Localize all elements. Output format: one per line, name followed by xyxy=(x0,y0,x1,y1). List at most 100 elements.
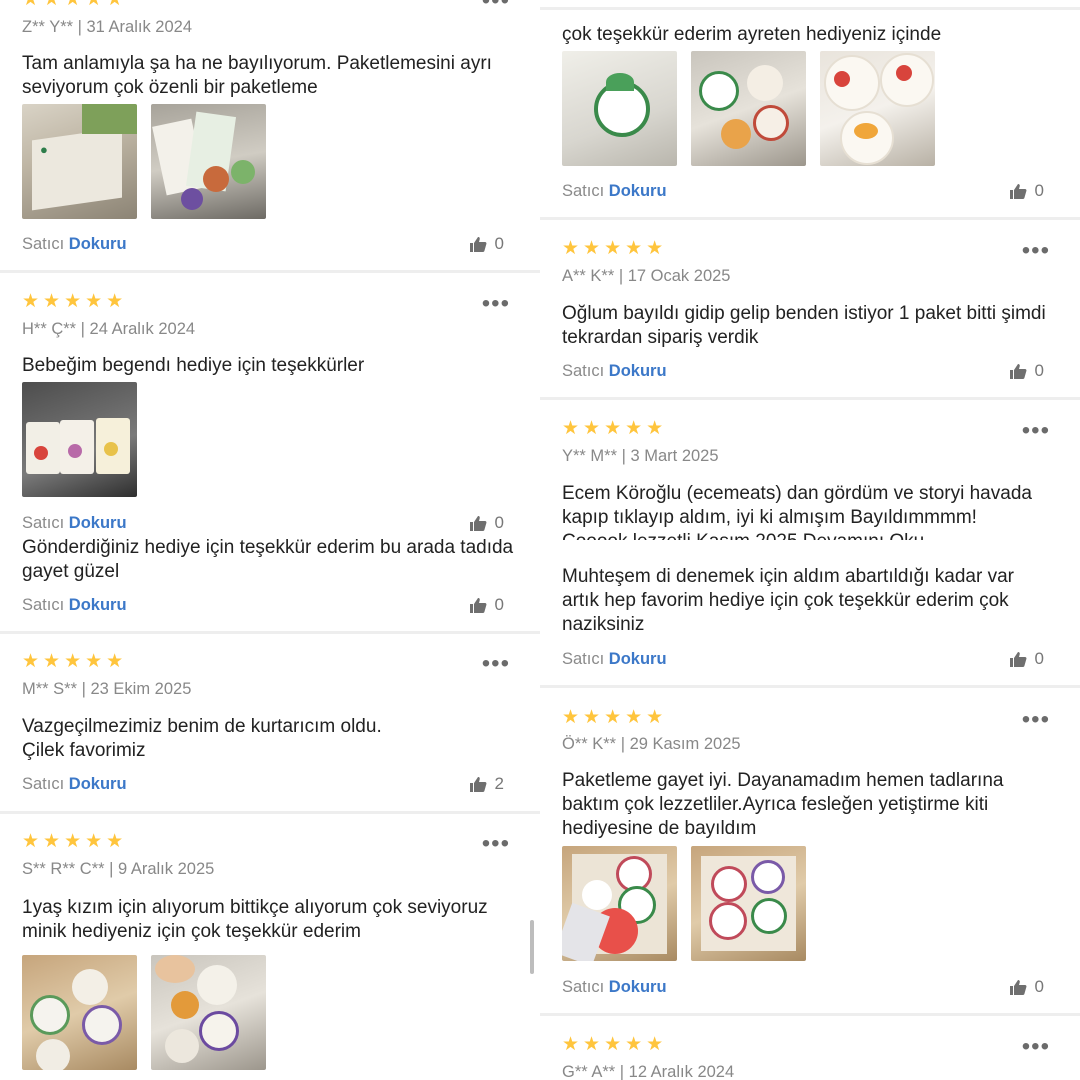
review-author-date: G** A** | 12 Aralık 2024 xyxy=(562,1063,735,1080)
more-options-button[interactable]: ••• xyxy=(1022,419,1050,443)
like-button[interactable]: 0 xyxy=(469,513,504,533)
like-button[interactable]: 0 xyxy=(1009,361,1044,381)
like-button[interactable]: 0 xyxy=(1009,977,1044,997)
like-count: 0 xyxy=(494,595,504,614)
review-text: Bebeğim begendı hediye için teşekkürler xyxy=(22,355,365,376)
like-count: 0 xyxy=(494,513,504,532)
like-count: 0 xyxy=(1034,977,1044,996)
review-card: ★★★★★ ••• H** Ç** | 24 Aralık 2024 Bebeğ… xyxy=(0,273,540,633)
more-options-button[interactable]: ••• xyxy=(482,0,510,13)
review-card: ★★★★★ ••• Z** Y** | 31 Aralık 2024 Tam a… xyxy=(0,0,540,272)
seller-info: Satıcı Dokuru xyxy=(562,977,667,997)
thumbs-up-icon xyxy=(469,597,487,613)
more-options-button[interactable]: ••• xyxy=(482,292,510,316)
seller-info: Satıcı Dokuru xyxy=(22,234,127,254)
review-author-date: H** Ç** | 24 Aralık 2024 xyxy=(22,320,196,338)
rating-stars: ★★★★★ xyxy=(562,707,668,728)
seller-link[interactable]: Dokuru xyxy=(609,650,667,668)
seller-link[interactable]: Dokuru xyxy=(69,596,127,614)
seller-info: Satıcı Dokuru xyxy=(562,181,667,201)
rating-stars: ★★★★★ xyxy=(562,418,668,439)
seller-label: Satıcı xyxy=(562,978,605,996)
rating-stars: ★★★★★ xyxy=(562,238,668,259)
rating-stars: ★★★★★ xyxy=(22,0,127,10)
seller-label: Satıcı xyxy=(562,362,605,380)
review-photo[interactable] xyxy=(151,955,266,1070)
review-author-date: Z** Y** | 31 Aralık 2024 xyxy=(22,18,193,36)
seller-info: Satıcı Dokuru xyxy=(22,595,127,615)
review-photo[interactable] xyxy=(691,51,806,166)
seller-label: Satıcı xyxy=(562,182,605,200)
seller-link[interactable]: Dokuru xyxy=(609,362,667,380)
review-photo[interactable] xyxy=(562,51,677,166)
seller-info: Satıcı Dokuru xyxy=(22,513,127,533)
left-review-column[interactable]: ★★★★★ ••• Z** Y** | 31 Aralık 2024 Tam a… xyxy=(0,0,540,1080)
brand-logo: ● xyxy=(40,142,48,157)
thumbs-up-icon xyxy=(469,515,487,531)
seller-label: Satıcı xyxy=(22,596,65,614)
seller-link[interactable]: Dokuru xyxy=(609,978,667,996)
seller-link[interactable]: Dokuru xyxy=(609,182,667,200)
review-author-date: S** R** C** | 9 Aralık 2025 xyxy=(22,860,215,878)
scrollbar-thumb[interactable] xyxy=(530,920,534,974)
thumbs-up-icon xyxy=(1009,183,1027,199)
rating-stars: ★★★★★ xyxy=(22,291,128,312)
review-photo[interactable]: ● xyxy=(22,104,137,219)
review-text: 1yaş kızım için alıyorum bittikçe alıyor… xyxy=(22,897,488,942)
review-card: ★★★★★ ••• A** K** | 17 Ocak 2025 Oğlum b… xyxy=(540,220,1080,400)
like-button[interactable]: 0 xyxy=(469,595,504,615)
seller-label: Satıcı xyxy=(22,514,65,532)
right-review-column[interactable]: çok teşekkür ederim ayreten hediyeniz iç… xyxy=(540,0,1080,1080)
like-count: 0 xyxy=(1034,649,1044,668)
review-card: ★★★★★ ••• Ö** K** | 29 Kasım 2025 Paketl… xyxy=(540,688,1080,1016)
more-options-button[interactable]: ••• xyxy=(1022,708,1050,732)
review-card: çok teşekkür ederim ayreten hediyeniz iç… xyxy=(540,0,1080,220)
rating-stars: ★★★★★ xyxy=(22,651,128,672)
seller-link[interactable]: Dokuru xyxy=(69,775,127,793)
like-count: 0 xyxy=(494,234,504,253)
thumbs-up-icon xyxy=(1009,363,1027,379)
review-photos xyxy=(562,51,935,166)
rating-stars: ★★★★★ xyxy=(22,831,128,852)
more-options-button[interactable]: ••• xyxy=(1022,1035,1050,1059)
like-button[interactable]: 2 xyxy=(469,774,504,794)
review-text: Paketleme gayet iyi. Dayanamadım hemen t… xyxy=(562,770,1004,839)
like-button[interactable]: 0 xyxy=(1009,649,1044,669)
seller-link[interactable]: Dokuru xyxy=(69,235,127,253)
thumbs-up-icon xyxy=(1009,651,1027,667)
review-card: ★★★★★ ••• Y** M** | 3 Mart 2025 Ecem Kör… xyxy=(540,400,1080,688)
review-divider xyxy=(540,7,1080,10)
like-count: 2 xyxy=(494,774,504,793)
seller-info: Satıcı Dokuru xyxy=(562,649,667,669)
review-photo[interactable] xyxy=(22,955,137,1070)
more-options-button[interactable]: ••• xyxy=(1022,239,1050,263)
thumbs-up-icon xyxy=(469,776,487,792)
review-text: Oğlum bayıldı gidip gelip benden istiyor… xyxy=(562,303,1046,348)
like-button[interactable]: 0 xyxy=(469,234,504,254)
like-button[interactable]: 0 xyxy=(1009,181,1044,201)
more-options-button[interactable]: ••• xyxy=(482,652,510,676)
review-text: Vazgeçilmezimiz benim de kurtarıcım oldu… xyxy=(22,716,382,761)
review-text: Ecem Köroğlu (ecemeats) dan gördüm ve st… xyxy=(562,483,1032,528)
review-text: Tam anlamıyla şa ha ne bayılıyorum. Pake… xyxy=(22,53,492,98)
review-author-date: Ö** K** | 29 Kasım 2025 xyxy=(562,735,741,753)
review-photo[interactable] xyxy=(22,382,137,497)
thumbs-up-icon xyxy=(469,236,487,252)
seller-label: Satıcı xyxy=(562,650,605,668)
review-photos xyxy=(22,382,137,497)
review-text: çok teşekkür ederim ayreten hediyeniz iç… xyxy=(562,24,942,45)
truncated-text-line: Cooook lezzetli Kasım 2025 Devamını Oku xyxy=(562,532,1060,540)
seller-info: Satıcı Dokuru xyxy=(22,774,127,794)
review-photo[interactable] xyxy=(151,104,266,219)
seller-label: Satıcı xyxy=(22,775,65,793)
review-photo[interactable] xyxy=(562,846,677,961)
review-text: Gönderdiğiniz hediye için teşekkür ederi… xyxy=(22,537,514,582)
thumbs-up-icon xyxy=(1009,979,1027,995)
seller-link[interactable]: Dokuru xyxy=(69,514,127,532)
review-author-date: A** K** | 17 Ocak 2025 xyxy=(562,267,731,285)
review-photo[interactable] xyxy=(691,846,806,961)
review-card: ★★★★★ ••• G** A** | 12 Aralık 2024 xyxy=(540,1016,1080,1080)
review-photo[interactable] xyxy=(820,51,935,166)
more-options-button[interactable]: ••• xyxy=(482,832,510,856)
review-card: ★★★★★ ••• M** S** | 23 Ekim 2025 Vazgeçi… xyxy=(0,634,540,814)
